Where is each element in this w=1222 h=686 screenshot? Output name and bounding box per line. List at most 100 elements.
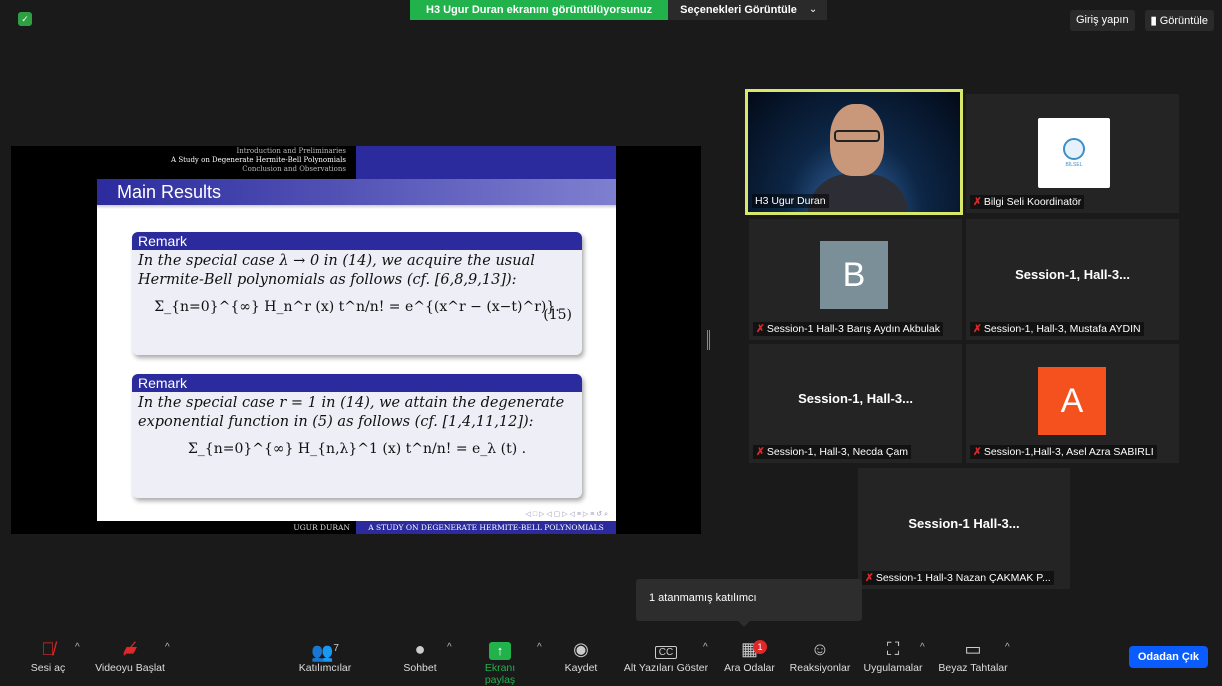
footer-title: A STUDY ON DEGENERATE HERMITE-BELL POLYN… xyxy=(356,521,616,534)
participant-name: Session-1, Hall-3, Mustafa AYDIN xyxy=(983,323,1141,335)
mic-muted-icon: ✗ xyxy=(973,446,982,458)
breakout-label: Ara Odalar xyxy=(724,662,775,674)
apps-label: Uygulamalar xyxy=(863,662,923,674)
apps-button[interactable]: ⛶ Uygulamalar xyxy=(862,636,924,674)
chevron-up-icon[interactable]: ^ xyxy=(1005,642,1010,653)
avatar: A xyxy=(1038,367,1106,435)
apps-icon: ⛶ xyxy=(886,639,900,659)
participant-name: Session-1 Hall-3 Nazan ÇAKMAK P... xyxy=(875,572,1051,584)
logo-text: BİLSEL xyxy=(1065,162,1083,168)
mic-muted-icon: ✗ xyxy=(865,572,874,584)
remark-formula: Σ_{n=0}^{∞} H_{n,λ}^1 (x) t^n/n! = e_λ (… xyxy=(187,441,527,457)
view-button[interactable]: ▮ Görüntüle xyxy=(1144,10,1214,31)
slide-header-line2: A Study on Degenerate Hermite-Bell Polyn… xyxy=(171,156,346,164)
participant-tile[interactable]: Session-1, Hall-3... ✗ Session-1, Hall-3,… xyxy=(966,219,1179,340)
participant-count: 7 xyxy=(333,643,339,654)
shield-icon[interactable]: ✓ xyxy=(18,12,32,26)
whiteboard-label: Beyaz Tahtalar xyxy=(938,662,1008,674)
participant-tile-speaker[interactable]: H3 Ugur Duran xyxy=(745,89,963,215)
chevron-up-icon[interactable]: ^ xyxy=(703,642,708,653)
remark-block-2: Remark In the special case r = 1 in (14)… xyxy=(132,374,582,498)
participant-name: H3 Ugur Duran xyxy=(752,194,829,208)
unassigned-participants-tooltip: 1 atanmamış katılımcı xyxy=(636,579,862,627)
slide-header-band xyxy=(356,146,616,179)
share-screen-icon: ↑ xyxy=(489,642,511,660)
share-screen-button[interactable]: ↑ Ekranı paylaş xyxy=(470,636,530,686)
reaction-icon: ☺ xyxy=(810,639,830,659)
participants-label: Katılımcılar xyxy=(298,662,352,674)
slide-title: Main Results xyxy=(97,179,616,209)
remark-title: Remark xyxy=(132,232,582,250)
bilsel-logo: BİLSEL xyxy=(1038,118,1110,188)
slide-footer: UGUR DURAN A STUDY ON DEGENERATE HERMITE… xyxy=(97,521,616,534)
remark-title: Remark xyxy=(132,374,582,392)
leave-meeting-button[interactable]: Odadan Çık xyxy=(1128,646,1208,668)
grid-icon: ▮ xyxy=(1150,15,1160,27)
reactions-button[interactable]: ☺ Reaksiyonlar xyxy=(788,636,852,674)
mic-off-icon: 🎙̸ xyxy=(41,639,55,659)
share-banner: H3 Ugur Duran ekranını görüntülüyorsunuz… xyxy=(410,0,828,20)
breakout-badge: 1 xyxy=(753,640,767,654)
chat-button[interactable]: ● Sohbet xyxy=(400,636,440,674)
whiteboard-icon: ▭ xyxy=(964,639,982,659)
chevron-up-icon[interactable]: ^ xyxy=(447,642,452,653)
mute-label: Sesi aç xyxy=(30,662,66,674)
shared-screen[interactable]: Introduction and Preliminaries A Study o… xyxy=(11,146,701,534)
mute-button[interactable]: 🎙̸ Sesi aç xyxy=(28,636,68,674)
participant-tile[interactable]: Session-1 Hall-3... ✗ Session-1 Hall-3 Na… xyxy=(858,468,1070,589)
mic-muted-icon: ✗ xyxy=(756,446,765,458)
record-label: Kaydet xyxy=(564,662,598,674)
cc-icon: CC xyxy=(622,636,710,662)
record-button[interactable]: ◉ Kaydet xyxy=(560,636,602,674)
chevron-down-icon[interactable]: ⌄ xyxy=(808,0,828,20)
slide-header-line3: Conclusion and Observations xyxy=(242,165,346,173)
chevron-up-icon[interactable]: ^ xyxy=(537,642,542,653)
footer-author: UGUR DURAN xyxy=(97,521,356,534)
remark-text: In the special case r = 1 in (14), we at… xyxy=(138,395,565,430)
resize-handle[interactable] xyxy=(707,330,710,350)
share-label: Ekranı paylaş xyxy=(484,662,516,686)
video-label: Videoyu Başlat xyxy=(95,662,165,674)
participants-button[interactable]: 👥7 Katılımcılar xyxy=(290,636,360,674)
participant-name: Session-1 Hall-3 Barış Aydın Akbulak xyxy=(766,323,940,335)
equation-number: (15) xyxy=(543,307,572,323)
chevron-up-icon[interactable]: ^ xyxy=(75,642,80,653)
chevron-up-icon[interactable]: ^ xyxy=(165,642,170,653)
participant-tile[interactable]: BİLSEL ✗ Bilgi Seli Koordinatör xyxy=(966,94,1179,213)
participant-tile[interactable]: B ✗ Session-1 Hall-3 Barış Aydın Akbulak xyxy=(749,219,962,340)
participant-name: Session-1, Hall-3, Necda Çam xyxy=(766,446,909,458)
meeting-toolbar: 🎙̸ Sesi aç ^ ▰̸ Videoyu Başlat ^ 👥7 Katı… xyxy=(0,630,1222,686)
view-options-button[interactable]: Seçenekleri Görüntüle xyxy=(668,0,809,20)
avatar: B xyxy=(820,241,888,309)
remark-block-1: Remark In the special case λ → 0 in (14)… xyxy=(132,232,582,355)
reactions-label: Reaksiyonlar xyxy=(789,662,851,674)
sign-in-button[interactable]: Giriş yapın xyxy=(1070,10,1135,31)
chevron-up-icon[interactable]: ^ xyxy=(920,642,925,653)
captions-label: Alt Yazıları Göster xyxy=(623,662,709,674)
remark-text: In the special case λ → 0 in (14), we ac… xyxy=(138,253,535,288)
view-label: Görüntüle xyxy=(1159,15,1208,27)
mic-muted-icon: ✗ xyxy=(973,196,982,208)
chat-icon: ● xyxy=(414,639,426,659)
whiteboard-button[interactable]: ▭ Beyaz Tahtalar xyxy=(937,636,1009,674)
captions-button[interactable]: CC Alt Yazıları Göster xyxy=(622,636,710,674)
breakout-rooms-button[interactable]: ▦ 1 Ara Odalar xyxy=(722,636,777,674)
beamer-nav-icons: ◁ □ ▷ ◁ ▢ ▷ ◁ ≡ ▷ ≡ ↺ ⌕ xyxy=(525,511,609,518)
logo-emblem-icon xyxy=(1063,138,1085,160)
slide-header: Introduction and Preliminaries A Study o… xyxy=(11,146,356,179)
participants-icon: 👥 xyxy=(311,642,334,662)
video-off-icon: ▰̸ xyxy=(123,639,137,659)
participant-tile[interactable]: Session-1, Hall-3... ✗ Session-1, Hall-3,… xyxy=(749,344,962,463)
share-status-label: H3 Ugur Duran ekranını görüntülüyorsunuz xyxy=(410,0,669,20)
mic-muted-icon: ✗ xyxy=(973,323,982,335)
chat-label: Sohbet xyxy=(403,662,437,674)
top-bar: ✓ H3 Ugur Duran ekranını görüntülüyorsun… xyxy=(0,0,1222,36)
participant-name: Bilgi Seli Koordinatör xyxy=(983,196,1082,208)
participant-tile[interactable]: A ✗ Session-1,Hall-3, Asel Azra SABIRLI xyxy=(966,344,1179,463)
record-icon: ◉ xyxy=(573,639,589,659)
mic-muted-icon: ✗ xyxy=(756,323,765,335)
glasses-icon xyxy=(834,130,880,142)
participant-name: Session-1,Hall-3, Asel Azra SABIRLI xyxy=(983,446,1154,458)
video-button[interactable]: ▰̸ Videoyu Başlat xyxy=(90,636,170,674)
slide-header-line1: Introduction and Preliminaries xyxy=(236,147,347,155)
